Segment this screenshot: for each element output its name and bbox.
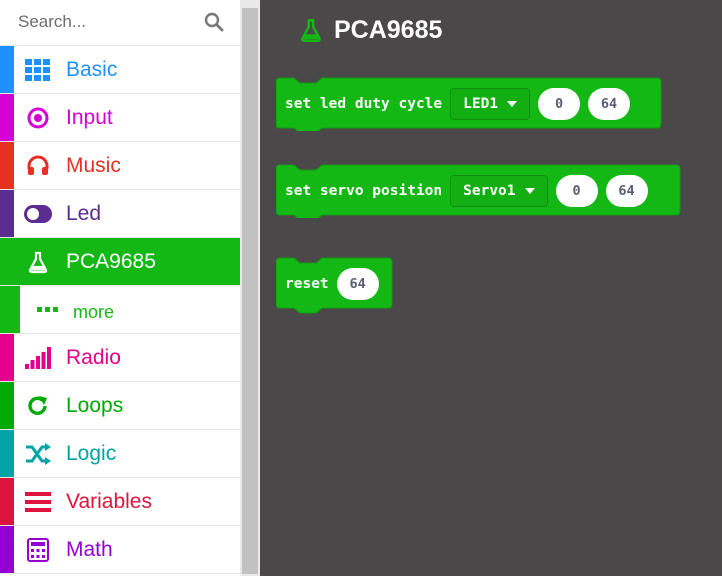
headphones-icon: [24, 154, 52, 178]
category-variables[interactable]: Variables: [0, 478, 240, 526]
category-music[interactable]: Music: [0, 142, 240, 190]
target-icon: [24, 106, 52, 130]
set-servo-position-block[interactable]: set servo position Servo1 0 64: [276, 164, 681, 218]
category-stripe: [0, 334, 14, 381]
servo-dropdown[interactable]: Servo1: [450, 175, 548, 207]
grid-icon: [24, 58, 52, 82]
list-lines-icon: [24, 490, 52, 514]
category-label: Math: [66, 538, 113, 561]
category-label: PCA9685: [66, 250, 156, 273]
category-label: Input: [66, 106, 113, 129]
category-stripe: [0, 46, 14, 93]
search-input[interactable]: [12, 8, 204, 36]
category-stripe: [0, 526, 14, 573]
signal-bars-icon: [24, 346, 52, 370]
category-led[interactable]: Led: [0, 190, 240, 238]
dropdown-value: LED1: [463, 96, 499, 112]
reset-value-input[interactable]: 64: [336, 268, 379, 300]
toolbox: Basic Input Music: [0, 0, 240, 576]
category-pca9685[interactable]: PCA9685: [0, 238, 240, 286]
category-loops[interactable]: Loops: [0, 382, 240, 430]
category-label: Logic: [66, 442, 117, 465]
category-label: Loops: [66, 394, 124, 417]
caret-down-icon: [524, 188, 535, 194]
servo-max-input[interactable]: 64: [605, 175, 648, 207]
category-label: Music: [66, 154, 121, 177]
reset-block[interactable]: reset 64: [276, 257, 393, 314]
led-dropdown[interactable]: LED1: [450, 88, 531, 120]
category-stripe: [0, 238, 14, 285]
category-label: Led: [66, 202, 102, 225]
servo-min-input[interactable]: 0: [555, 175, 598, 207]
category-input[interactable]: Input: [0, 94, 240, 142]
set-led-duty-cycle-block[interactable]: set led duty cycle LED1 0 64: [276, 77, 662, 131]
category-stripe: [0, 142, 14, 189]
toolbox-scrollbar[interactable]: [240, 0, 260, 576]
category-stripe: [0, 190, 14, 237]
category-stripe: [0, 430, 14, 477]
refresh-icon: [24, 394, 52, 418]
shuffle-icon: [24, 442, 52, 466]
flask-icon: [24, 250, 52, 274]
toggle-icon: [24, 202, 52, 226]
block-label: set led duty cycle: [285, 96, 443, 112]
category-label: Radio: [66, 346, 121, 369]
category-label: Basic: [66, 58, 118, 81]
category-stripe: [0, 94, 14, 141]
category-more[interactable]: more: [0, 286, 240, 334]
category-logic[interactable]: Logic: [0, 430, 240, 478]
category-label: Variables: [66, 490, 152, 513]
duty-cycle-max-input[interactable]: 64: [588, 88, 631, 120]
category-stripe: [0, 382, 14, 429]
flask-icon: [301, 19, 321, 43]
blocks-workspace: PCA9685 set led duty cycle LED1 0 64 set…: [260, 0, 722, 576]
block-label: set servo position: [285, 183, 443, 199]
scrollbar-thumb[interactable]: [242, 8, 258, 574]
block-label: reset: [285, 276, 329, 292]
duty-cycle-min-input[interactable]: 0: [538, 88, 581, 120]
category-label: more: [73, 302, 115, 322]
category-radio[interactable]: Radio: [0, 334, 240, 382]
search-icon[interactable]: [204, 12, 224, 32]
calculator-icon: [24, 538, 52, 562]
category-math[interactable]: Math: [0, 526, 240, 574]
category-stripe: [0, 478, 14, 525]
search-bar: [0, 0, 240, 46]
category-stripe: [0, 286, 20, 333]
flyout-heading: PCA9685: [298, 14, 442, 46]
caret-down-icon: [507, 101, 518, 107]
dropdown-value: Servo1: [463, 183, 516, 199]
flyout-title: PCA9685: [334, 15, 443, 44]
dots-icon: [34, 298, 62, 322]
category-basic[interactable]: Basic: [0, 46, 240, 94]
